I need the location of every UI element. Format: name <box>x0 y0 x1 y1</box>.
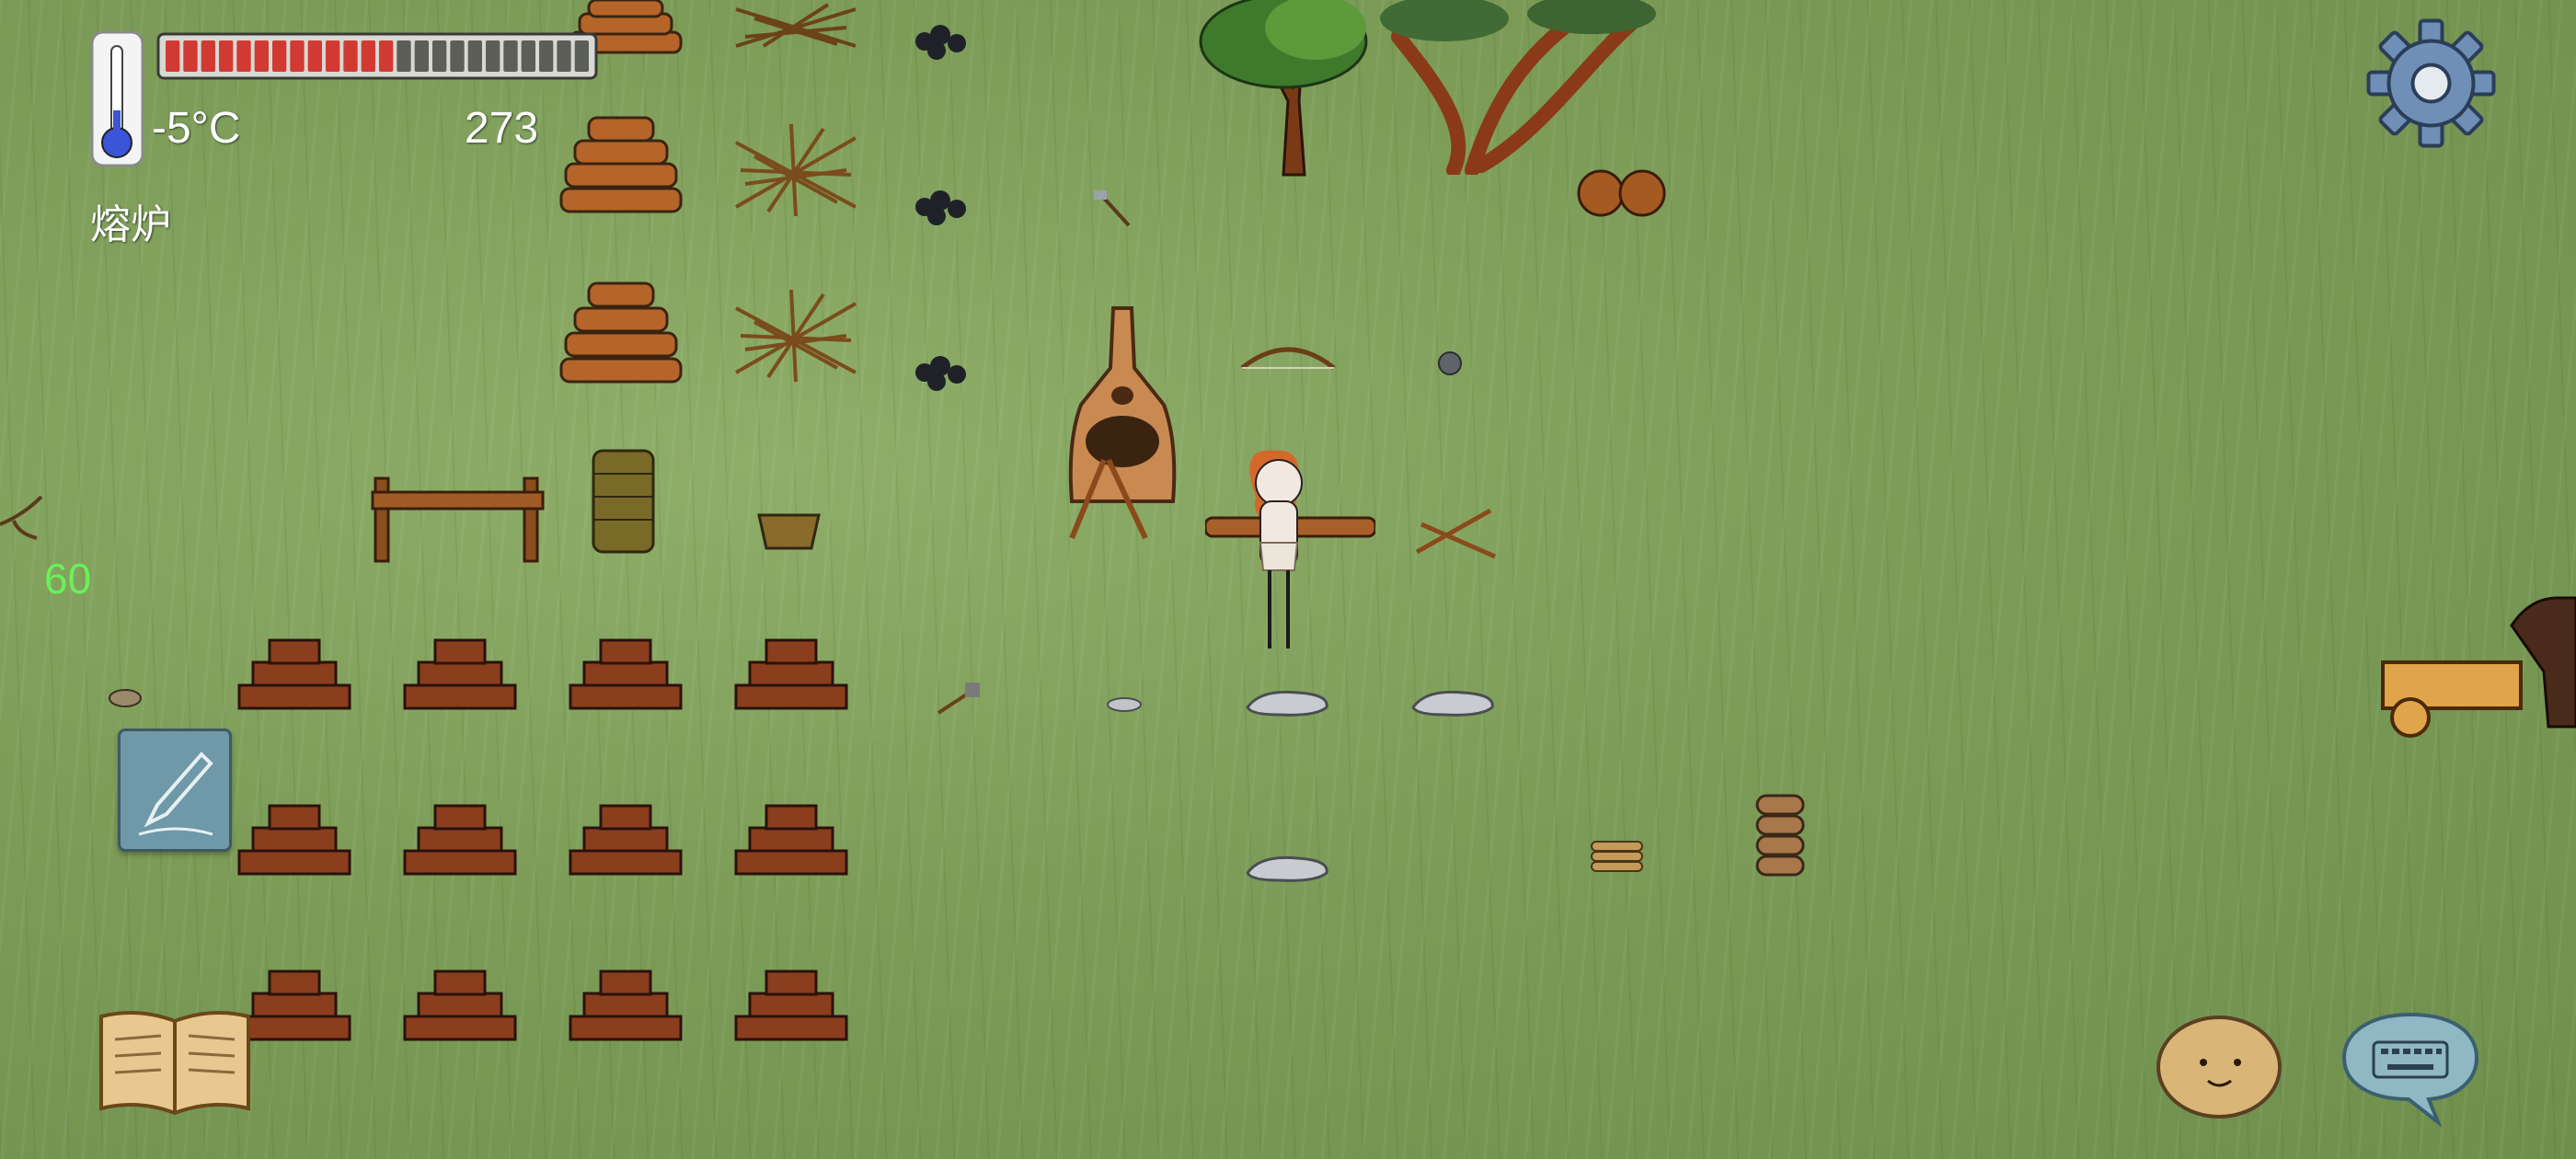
health-segment-empty <box>432 40 447 72</box>
burdock-roots[interactable] <box>1573 166 1674 221</box>
potato-face-icon[interactable] <box>2153 1012 2286 1122</box>
basket-stack[interactable] <box>589 446 658 557</box>
temperature-readout: -5°C <box>152 104 241 153</box>
fps-counter: 60 <box>44 555 92 602</box>
health-segment-empty <box>539 40 554 72</box>
flat-stone[interactable] <box>1242 851 1334 886</box>
maple-tree[interactable] <box>1196 0 1380 179</box>
flat-stone[interactable] <box>1242 685 1334 720</box>
adobe-brick-stack[interactable] <box>731 966 851 1044</box>
health-segment-empty <box>574 40 589 72</box>
charcoal[interactable] <box>911 184 975 230</box>
location-label: 熔炉 <box>90 201 171 248</box>
adobe-brick-stack[interactable] <box>400 800 520 878</box>
plate-stack[interactable] <box>1587 837 1647 878</box>
score-counter: 273 <box>465 104 539 153</box>
health-segment-empty <box>467 40 482 72</box>
health-segment-empty <box>397 40 411 72</box>
round-stone[interactable] <box>1435 350 1465 377</box>
kindling-pile[interactable] <box>727 120 865 221</box>
health-segment-filled <box>326 40 340 72</box>
health-segment-empty <box>450 40 465 72</box>
horse-cart[interactable] <box>2374 589 2576 745</box>
health-segment-filled <box>236 40 251 72</box>
health-segment-empty <box>486 40 500 72</box>
health-segment-filled <box>183 40 198 72</box>
health-segment-filled <box>254 40 269 72</box>
adobe-brick-stack[interactable] <box>731 635 851 713</box>
health-segment-filled <box>219 40 234 72</box>
clay-kiln[interactable] <box>1053 304 1191 543</box>
wild-carrot[interactable] <box>0 488 46 543</box>
bow[interactable] <box>1237 340 1339 386</box>
health-segment-filled <box>166 40 180 72</box>
kindling-pile[interactable] <box>727 285 865 386</box>
adobe-brick-stack[interactable] <box>235 635 354 713</box>
crossed-sticks[interactable] <box>1412 506 1500 561</box>
basket[interactable] <box>754 506 823 554</box>
health-segment-empty <box>521 40 535 72</box>
gear-icon[interactable] <box>2364 17 2498 150</box>
charcoal[interactable] <box>911 18 975 64</box>
adobe-brick-stack[interactable] <box>235 800 354 878</box>
hatchet[interactable] <box>1090 189 1136 230</box>
pencil-icon <box>138 752 213 836</box>
log-pile[interactable] <box>552 110 690 221</box>
mallet[interactable] <box>934 681 984 717</box>
health-segment-filled <box>307 40 322 72</box>
fence[interactable] <box>368 469 552 566</box>
thermometer-icon <box>90 30 144 167</box>
small-stone[interactable] <box>106 685 144 711</box>
health-segment-empty <box>557 40 571 72</box>
player-character[interactable] <box>1205 446 1375 662</box>
health-segment-filled <box>272 40 287 72</box>
edit-button[interactable] <box>118 729 232 852</box>
flat-stone[interactable] <box>1408 685 1500 720</box>
adobe-brick-stack[interactable] <box>566 800 685 878</box>
adobe-brick-stack[interactable] <box>731 800 851 878</box>
health-bar <box>156 32 598 80</box>
health-segment-filled <box>379 40 394 72</box>
adobe-brick-stack[interactable] <box>400 966 520 1044</box>
health-segment-filled <box>290 40 305 72</box>
kindling-pile[interactable] <box>727 0 865 55</box>
adobe-brick-stack[interactable] <box>400 635 520 713</box>
juniper-tree[interactable] <box>1362 0 1665 175</box>
bowl-stack[interactable] <box>1753 791 1808 881</box>
game-world[interactable] <box>0 0 2576 1159</box>
health-segment-empty <box>414 40 429 72</box>
log-pile[interactable] <box>552 276 690 391</box>
health-segment-empty <box>503 40 518 72</box>
health-segment-filled <box>343 40 358 72</box>
adobe-brick-stack[interactable] <box>566 635 685 713</box>
adobe-brick-stack[interactable] <box>566 966 685 1044</box>
charcoal[interactable] <box>911 350 975 396</box>
keyboard-speech-bubble-icon[interactable] <box>2337 1007 2484 1127</box>
flint-chip[interactable] <box>1104 694 1144 715</box>
health-segment-filled <box>361 40 375 72</box>
health-segment-filled <box>201 40 215 72</box>
open-book-icon[interactable] <box>92 1003 258 1122</box>
